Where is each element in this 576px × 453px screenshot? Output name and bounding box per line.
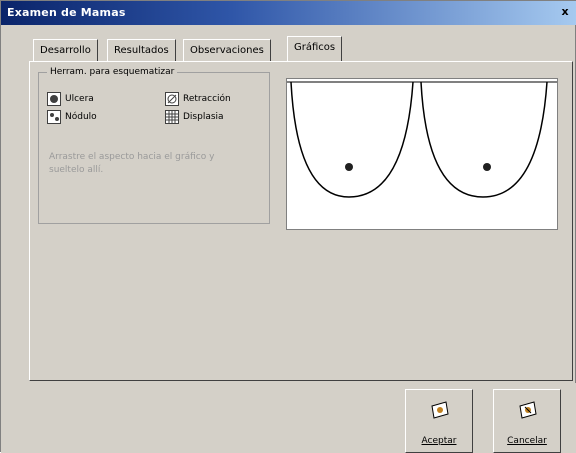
window-title: Examen de Mamas: [7, 6, 126, 19]
close-icon[interactable]: x: [557, 4, 573, 20]
tools-group: Herram. para esquematizar Ulcera Retracc…: [38, 66, 270, 224]
cancel-icon: [519, 401, 537, 419]
cancel-label: Cancelar: [507, 436, 547, 446]
tool-nodulo-label: Nódulo: [65, 112, 97, 122]
tool-displasia-label: Displasia: [183, 112, 224, 122]
accept-icon: [431, 401, 449, 419]
tool-retraccion-label: Retracción: [183, 94, 231, 104]
retraction-icon: [165, 92, 179, 106]
breast-diagram-canvas[interactable]: [286, 78, 558, 230]
tab-desarrollo[interactable]: Desarrollo: [33, 39, 98, 61]
ulcer-icon: [47, 92, 61, 106]
dialog-window: Examen de Mamas x Desarrollo Resultados …: [0, 0, 576, 453]
tool-ulcera[interactable]: Ulcera: [47, 91, 94, 107]
accept-label: Aceptar: [421, 436, 457, 446]
tool-ulcera-label: Ulcera: [65, 94, 94, 104]
tool-displasia[interactable]: Displasia: [165, 109, 224, 125]
tab-observaciones[interactable]: Observaciones: [183, 39, 271, 61]
tool-nodulo[interactable]: Nódulo: [47, 109, 97, 125]
tools-group-label: Herram. para esquematizar: [47, 66, 178, 78]
tool-retraccion[interactable]: Retracción: [165, 91, 231, 107]
accept-button[interactable]: Aceptar: [405, 389, 473, 453]
dysplasia-icon: [165, 110, 179, 124]
cancel-button[interactable]: Cancelar: [493, 389, 561, 453]
tab-graficos[interactable]: Gráficos: [287, 36, 343, 61]
button-bar: Aceptar Cancelar: [1, 383, 576, 453]
tab-panel: Herram. para esquematizar Ulcera Retracc…: [29, 61, 573, 381]
tab-resultados[interactable]: Resultados: [107, 39, 176, 61]
drag-hint: Arrastre el aspecto hacia el gráfico y s…: [49, 152, 215, 175]
nodule-icon: [47, 110, 61, 124]
title-bar[interactable]: Examen de Mamas x: [1, 1, 576, 25]
